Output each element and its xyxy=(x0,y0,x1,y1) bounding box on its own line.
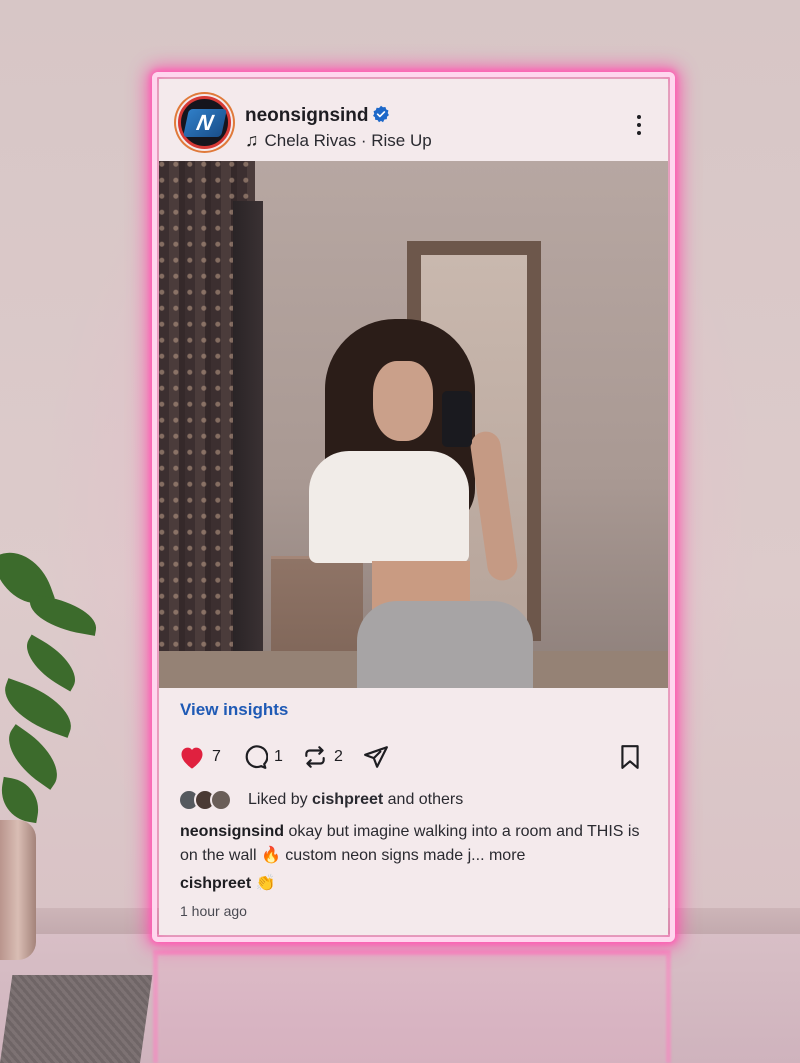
caption-username[interactable]: neonsignsind xyxy=(180,823,284,840)
neon-reflection xyxy=(153,950,671,1063)
comment-username[interactable]: cishpreet xyxy=(180,875,251,892)
liked-by-row[interactable]: Liked by cishpreet and others xyxy=(178,789,463,811)
photo-curtain-shadow xyxy=(233,201,263,688)
post-username[interactable]: neonsignsind xyxy=(245,105,369,127)
plant-leaf xyxy=(0,776,44,824)
reposts-count: 2 xyxy=(334,748,343,765)
comment-action[interactable]: 1 xyxy=(242,744,283,770)
photo-person-top xyxy=(309,451,469,563)
photo-person-pants xyxy=(357,601,533,688)
avatar xyxy=(210,789,232,811)
photo-person-face xyxy=(373,361,433,441)
music-label: Chela Rivas · Rise Up xyxy=(264,130,432,150)
instagram-post-card: N neonsignsind ♫ Chela Rivas · Rise Up V… xyxy=(159,79,668,935)
rug xyxy=(0,975,153,1063)
liked-by-user[interactable]: cishpreet xyxy=(312,791,383,808)
more-options-icon[interactable] xyxy=(634,115,644,137)
bookmark-icon[interactable] xyxy=(618,744,642,770)
caption-more-link[interactable]: more xyxy=(489,847,525,864)
post-caption: neonsignsind okay but imagine walking in… xyxy=(180,820,650,868)
like-action[interactable]: 7 xyxy=(178,744,221,770)
comment-row: cishpreet 👏 xyxy=(180,873,276,893)
verified-badge-icon xyxy=(373,105,389,123)
share-action[interactable] xyxy=(362,744,390,770)
avatar-logo: N xyxy=(182,108,227,137)
post-header: N neonsignsind ♫ Chela Rivas · Rise Up xyxy=(159,79,668,161)
repost-action[interactable]: 2 xyxy=(302,744,343,770)
comments-count: 1 xyxy=(274,748,283,765)
liked-by-suffix: and others xyxy=(387,791,464,808)
liked-by-prefix: Liked by xyxy=(248,791,308,808)
repost-icon[interactable] xyxy=(302,744,328,770)
post-timestamp: 1 hour ago xyxy=(180,903,247,919)
send-icon[interactable] xyxy=(362,744,390,770)
heart-icon[interactable] xyxy=(178,744,206,770)
comment-icon[interactable] xyxy=(242,744,268,770)
likes-count: 7 xyxy=(212,748,221,765)
music-row[interactable]: ♫ Chela Rivas · Rise Up xyxy=(245,130,432,151)
post-photo[interactable] xyxy=(159,161,668,688)
photo-phone xyxy=(442,391,472,447)
comment-text: 👏 xyxy=(255,875,276,892)
music-note-icon: ♫ xyxy=(245,130,259,150)
avatar[interactable]: N xyxy=(178,96,231,149)
post-actions: 7 1 2 xyxy=(178,744,648,778)
save-action[interactable] xyxy=(618,744,642,770)
plant-pot xyxy=(0,820,36,960)
view-insights-link[interactable]: View insights xyxy=(180,700,288,720)
liked-by-avatars xyxy=(178,789,238,811)
